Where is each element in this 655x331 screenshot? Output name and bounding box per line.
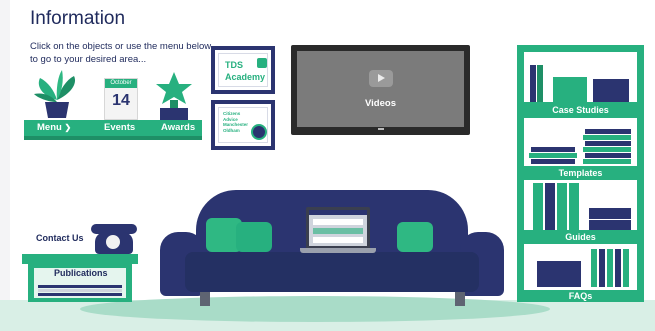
laptop-content-block [313, 228, 363, 234]
tds-academy-frame[interactable]: TDS Academy [211, 46, 275, 94]
magazine [38, 293, 122, 296]
book-stack [583, 159, 631, 164]
trophy-icon[interactable] [152, 70, 196, 120]
sofa-leg [200, 292, 210, 306]
intro-text: Click on the objects or use the menu bel… [30, 41, 212, 65]
contact-us-link[interactable]: Contact Us [36, 233, 84, 243]
box-icon [553, 77, 587, 102]
folder-icon [591, 249, 597, 287]
menu-shelf: Menu ❯ Events Awards [24, 120, 202, 136]
calendar-day: 14 [112, 92, 130, 109]
page-title: Information [30, 8, 126, 29]
sofa-seat [185, 252, 479, 292]
events-link[interactable]: Events [104, 122, 135, 133]
book-stack [583, 135, 631, 140]
telephone-dial [103, 232, 123, 252]
publications-link[interactable]: Publications [54, 268, 108, 278]
citizens-advice-frame[interactable]: Citizens Advice Manchester Oldham [211, 100, 275, 150]
menu-button[interactable]: Menu ❯ [37, 122, 71, 133]
faqs-link[interactable]: FAQs [517, 291, 644, 301]
hexagon-icon [257, 58, 267, 68]
side-table-top [22, 254, 138, 264]
cushion [397, 222, 433, 252]
chevron-down-icon: ❯ [64, 123, 72, 132]
tv-indicator [378, 128, 384, 130]
calendar-month: October [105, 79, 137, 88]
magazine [38, 289, 122, 292]
book-stack [583, 147, 631, 152]
academy-title-line1: TDS [225, 60, 243, 70]
laptop-icon[interactable] [306, 207, 370, 249]
folder-icon [545, 183, 555, 230]
book-stack [531, 159, 575, 164]
cushion [236, 222, 272, 252]
case-studies-link[interactable]: Case Studies [517, 105, 644, 115]
box-icon [593, 79, 629, 102]
laptop-base [300, 248, 376, 253]
folder-icon [537, 65, 543, 102]
citizens-advice-text: Citizens Advice Manchester Oldham [223, 111, 249, 133]
box-icon [589, 208, 631, 219]
book-stack [585, 153, 631, 158]
folder-icon [623, 249, 629, 287]
laptop-content-block [313, 237, 363, 243]
folder-icon [530, 65, 536, 102]
videos-label[interactable]: Videos [297, 98, 464, 109]
book-stack [529, 153, 577, 158]
folder-icon [557, 183, 567, 230]
academy-title-line2: Academy [225, 72, 266, 82]
calendar-icon[interactable]: October 14 [104, 78, 138, 120]
book-stack [585, 129, 631, 134]
bookcase: Case Studies Templates Guides FAQs [517, 45, 644, 302]
play-triangle [378, 74, 385, 82]
plant-icon[interactable] [34, 68, 80, 120]
book-stack [531, 147, 575, 152]
box-icon [589, 220, 631, 230]
shelf-shadow [24, 136, 202, 140]
book-stack [585, 141, 631, 146]
robot-icon [251, 124, 267, 140]
templates-link[interactable]: Templates [517, 168, 644, 178]
laptop-header-bar [309, 210, 367, 215]
laptop-content-block [313, 219, 363, 225]
folder-icon [615, 249, 621, 287]
folder-icon [533, 183, 543, 230]
awards-link[interactable]: Awards [161, 122, 195, 133]
magazine [38, 285, 122, 288]
folder-icon [569, 183, 579, 230]
box-icon [537, 261, 581, 287]
sofa-leg [455, 292, 465, 306]
folder-icon [607, 249, 613, 287]
tv-screen[interactable] [297, 51, 464, 127]
magazine-stack[interactable] [38, 284, 122, 298]
rug [80, 296, 550, 322]
guides-link[interactable]: Guides [517, 232, 644, 242]
left-edge-strip [0, 0, 10, 331]
menu-label: Menu [37, 122, 62, 133]
information-page: Information Click on the objects or use … [0, 0, 655, 331]
folder-icon [599, 249, 605, 287]
